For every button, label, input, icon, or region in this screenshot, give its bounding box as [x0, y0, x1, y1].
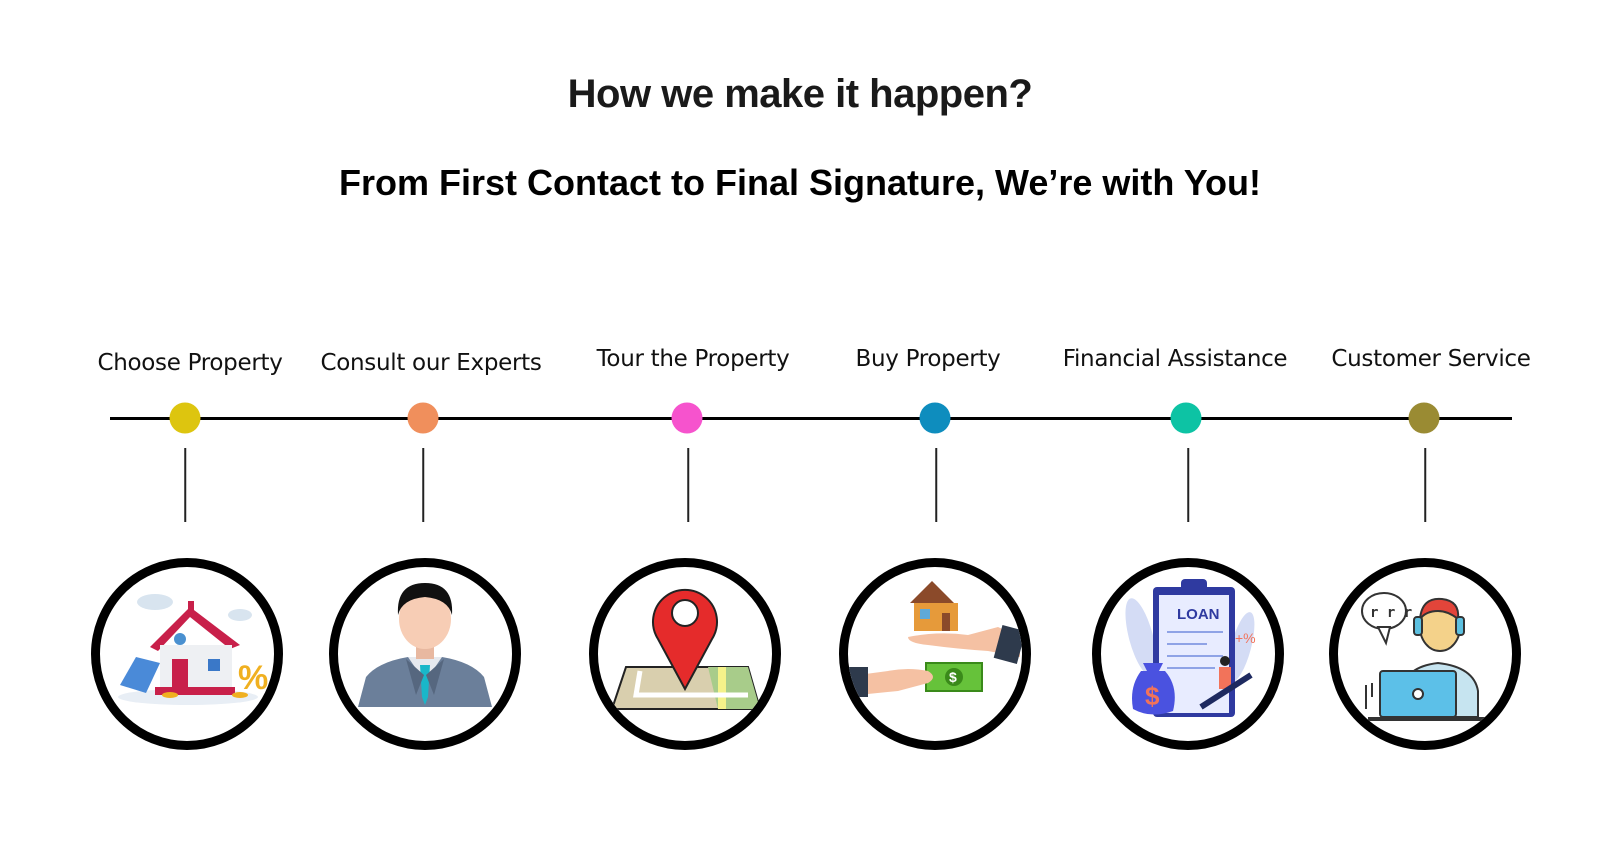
support-agent-icon: r r r	[1329, 558, 1521, 750]
svg-text:LOAN: LOAN	[1177, 606, 1220, 623]
loan-document-icon: LOAN $ +%	[1092, 558, 1284, 750]
connector-line	[184, 448, 186, 522]
timeline-dot-financial-assistance	[1170, 402, 1202, 434]
connector-line	[687, 448, 689, 522]
business-expert-icon	[329, 558, 521, 750]
step-label-financial-assistance: Financial Assistance	[1062, 346, 1288, 372]
svg-text:%: %	[238, 659, 268, 697]
page-title: How we make it happen?	[567, 72, 1033, 116]
timeline-dot-tour-the-property	[671, 402, 703, 434]
house-for-money-exchange-icon: $	[839, 558, 1031, 750]
step-label-choose-property: Choose Property	[97, 350, 283, 376]
svg-text:$: $	[1145, 681, 1160, 711]
timeline-dot-buy-property	[919, 402, 951, 434]
connector-line	[1187, 448, 1189, 522]
timeline-dot-choose-property	[169, 402, 201, 434]
page-subtitle: From First Contact to Final Signature, W…	[338, 162, 1262, 203]
map-location-pin-icon	[589, 558, 781, 750]
svg-text:r r r: r r r	[1370, 605, 1412, 621]
house-with-calculator-icon: %	[91, 558, 283, 750]
svg-text:+%: +%	[1235, 630, 1256, 646]
svg-text:$: $	[949, 669, 957, 685]
step-label-tour-the-property: Tour the Property	[596, 346, 790, 372]
connector-line	[422, 448, 424, 522]
step-label-customer-service: Customer Service	[1331, 346, 1531, 372]
timeline-dot-consult-our-experts	[407, 402, 439, 434]
connector-line	[1424, 448, 1426, 522]
step-label-consult-our-experts: Consult our Experts	[320, 350, 542, 376]
connector-line	[935, 448, 937, 522]
timeline-dot-customer-service	[1408, 402, 1440, 434]
timeline-line	[110, 417, 1512, 420]
step-label-buy-property: Buy Property	[855, 346, 1001, 372]
